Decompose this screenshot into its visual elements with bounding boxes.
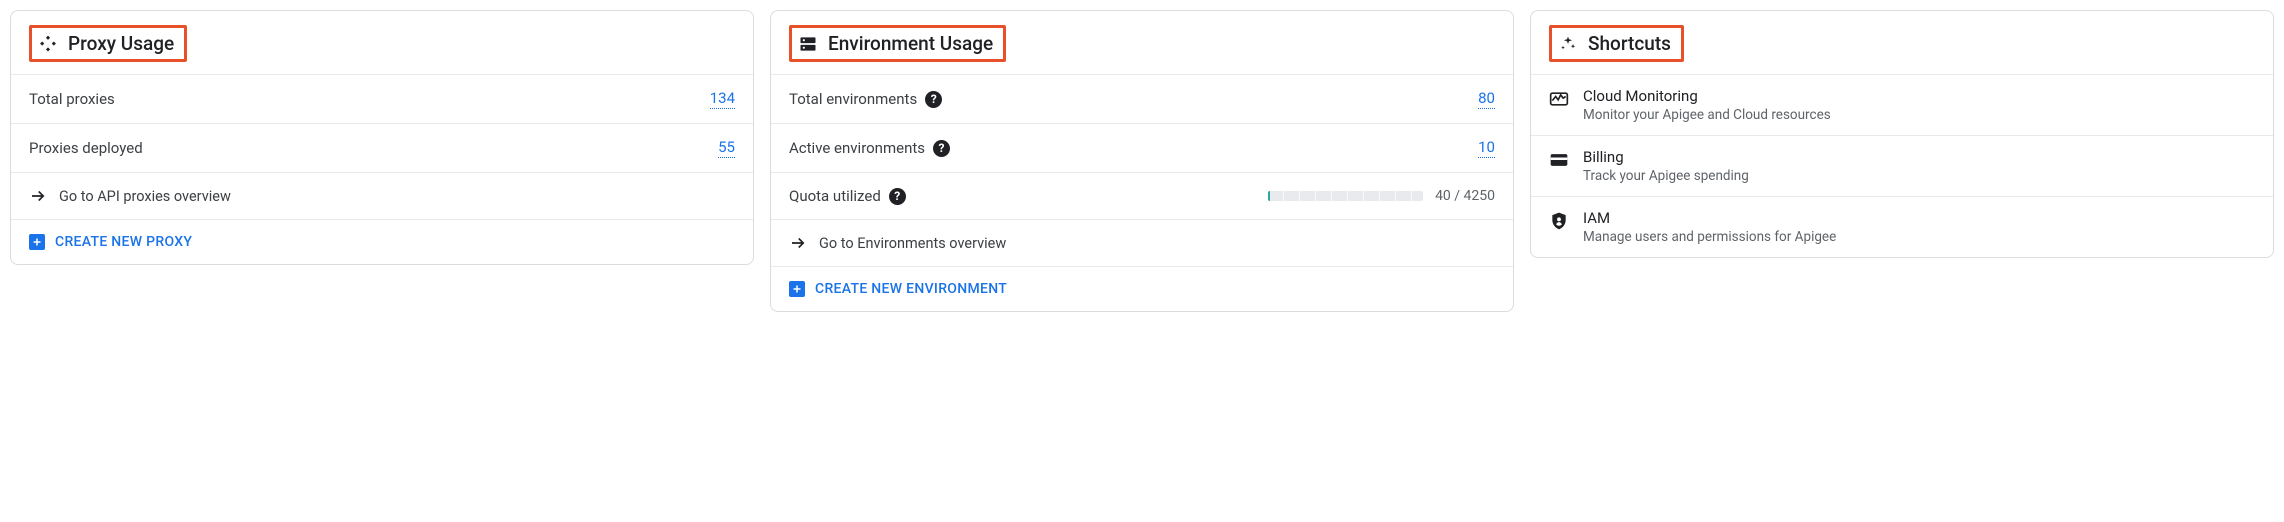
shortcut-title: IAM xyxy=(1583,209,1836,227)
active-envs-label: Active environments xyxy=(789,139,925,157)
env-overview-label: Go to Environments overview xyxy=(819,235,1006,252)
proxy-usage-header-highlight: Proxy Usage xyxy=(29,25,187,62)
create-proxy-label: CREATE NEW PROXY xyxy=(55,234,192,250)
shortcut-iam[interactable]: IAM Manage users and permissions for Api… xyxy=(1531,197,2273,257)
total-proxies-row: Total proxies 134 xyxy=(11,75,753,124)
proxy-icon xyxy=(38,34,58,54)
shortcut-title: Cloud Monitoring xyxy=(1583,87,1831,105)
total-envs-row: Total environments ? 80 xyxy=(771,75,1513,124)
sparkle-icon xyxy=(1558,34,1578,54)
proxy-usage-header: Proxy Usage xyxy=(11,11,753,75)
proxy-usage-card: Proxy Usage Total proxies 134 Proxies de… xyxy=(10,10,754,265)
env-usage-card: Environment Usage Total environments ? 8… xyxy=(770,10,1514,312)
create-env-label: CREATE NEW ENVIRONMENT xyxy=(815,281,1007,297)
active-envs-value[interactable]: 10 xyxy=(1478,138,1495,158)
proxies-deployed-row: Proxies deployed 55 xyxy=(11,124,753,173)
help-icon[interactable]: ? xyxy=(889,188,906,205)
quota-text: 40 / 4250 xyxy=(1435,188,1495,204)
environment-icon xyxy=(798,34,818,54)
arrow-right-icon xyxy=(29,187,47,205)
help-icon[interactable]: ? xyxy=(925,91,942,108)
help-icon[interactable]: ? xyxy=(933,140,950,157)
proxies-deployed-value[interactable]: 55 xyxy=(718,138,735,158)
env-overview-link[interactable]: Go to Environments overview xyxy=(771,220,1513,267)
quota-progress-bar xyxy=(1268,191,1423,201)
billing-icon xyxy=(1549,150,1569,170)
shortcuts-header: Shortcuts xyxy=(1531,11,2273,75)
shortcut-desc: Track your Apigee spending xyxy=(1583,168,1749,184)
plus-icon xyxy=(29,234,45,250)
shortcut-billing[interactable]: Billing Track your Apigee spending xyxy=(1531,136,2273,197)
total-envs-value[interactable]: 80 xyxy=(1478,89,1495,109)
proxy-usage-title: Proxy Usage xyxy=(68,32,174,55)
shortcut-monitoring[interactable]: Cloud Monitoring Monitor your Apigee and… xyxy=(1531,75,2273,136)
arrow-right-icon xyxy=(789,234,807,252)
total-envs-label: Total environments xyxy=(789,90,917,108)
create-proxy-button[interactable]: CREATE NEW PROXY xyxy=(11,220,753,264)
proxies-deployed-label: Proxies deployed xyxy=(29,139,143,157)
env-usage-header: Environment Usage xyxy=(771,11,1513,75)
quota-progress-fill xyxy=(1268,191,1270,201)
create-env-button[interactable]: CREATE NEW ENVIRONMENT xyxy=(771,267,1513,311)
total-proxies-value[interactable]: 134 xyxy=(710,89,735,109)
plus-icon xyxy=(789,281,805,297)
shortcut-title: Billing xyxy=(1583,148,1749,166)
shortcut-desc: Manage users and permissions for Apigee xyxy=(1583,229,1836,245)
monitoring-icon xyxy=(1549,89,1569,109)
shortcuts-card: Shortcuts Cloud Monitoring Monitor your … xyxy=(1530,10,2274,258)
env-usage-title: Environment Usage xyxy=(828,32,993,55)
proxy-overview-label: Go to API proxies overview xyxy=(59,188,231,205)
total-proxies-label: Total proxies xyxy=(29,90,115,108)
env-usage-header-highlight: Environment Usage xyxy=(789,25,1006,62)
shortcuts-title: Shortcuts xyxy=(1588,32,1671,55)
shortcut-desc: Monitor your Apigee and Cloud resources xyxy=(1583,107,1831,123)
proxy-overview-link[interactable]: Go to API proxies overview xyxy=(11,173,753,220)
shortcuts-header-highlight: Shortcuts xyxy=(1549,25,1684,62)
quota-label: Quota utilized xyxy=(789,187,881,205)
shield-icon xyxy=(1549,211,1569,231)
active-envs-row: Active environments ? 10 xyxy=(771,124,1513,173)
quota-row: Quota utilized ? 40 / 4250 xyxy=(771,173,1513,220)
